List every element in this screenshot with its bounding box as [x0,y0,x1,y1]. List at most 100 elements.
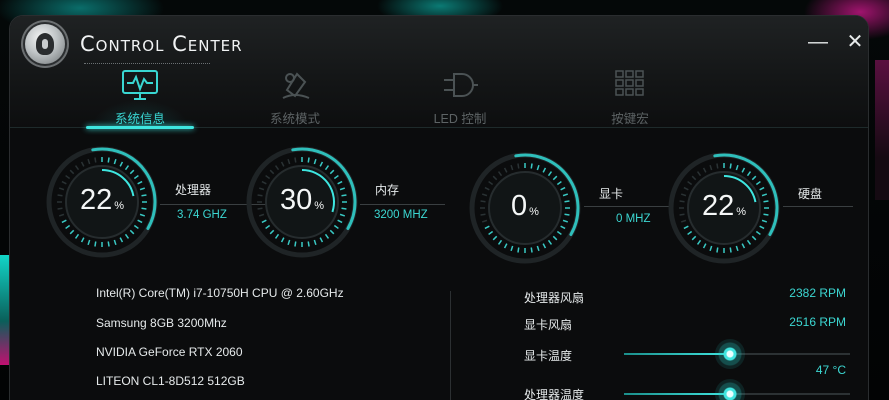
gauge-tick [729,163,732,169]
gauge-tick [696,171,702,177]
tab-led-control[interactable]: LED 控制 [400,64,520,128]
gauge-tick [333,224,339,230]
gauge-tick [755,230,761,236]
cpu-usage-value: 22% [79,184,125,216]
gpu-gauge: 0% [469,152,581,264]
gauge-tick [319,237,324,243]
gauge-tick [80,237,85,243]
memory-model: Samsung 8GB 3200Mhz [96,316,227,330]
gauge-tick [687,180,693,186]
close-button[interactable]: ✕ [844,32,866,54]
gauge-tick [552,175,558,181]
gauge-tick [324,233,330,239]
gauge-tick [87,158,91,165]
memory-gauge: 30% [246,146,358,258]
gauge-tick [517,247,520,253]
gauge-tick [80,161,85,167]
gauge-tick [741,243,746,249]
gauge-tick [547,171,553,177]
disk-label: 硬盘 [798,187,823,201]
gauge-tick [510,245,514,252]
app-logo [25,24,65,64]
tab-label: LED 控制 [433,112,487,126]
gauge-tick [294,157,297,163]
gauge-tick [696,239,702,245]
disk-gauge: 22% [668,152,780,264]
gauge-tick [287,239,291,246]
gauge-tick [746,239,752,245]
gauge-tick [517,163,520,169]
gauge-tick [488,180,494,186]
gauge-tick [492,235,498,241]
cpu-gauge: 22% [46,146,158,258]
cpu-temp-label: 处理器温度 [524,388,585,400]
tab-key-macro[interactable]: 按键宏 [570,64,690,128]
gauge-tick [560,225,566,230]
tab-system-info[interactable]: 系统信息 [80,64,200,129]
gauge-tick [265,224,271,230]
gauge-tick [709,164,713,171]
gauge-tick [492,175,498,181]
cpu-fan-speed: 2382 RPM [789,286,846,300]
gauge-divider [584,206,669,207]
gauge-tick [113,158,117,165]
gpu-model: NVIDIA GeForce RTX 2060 [96,345,243,359]
gauge-tick [735,164,739,171]
gauge-tick [287,158,291,165]
gauge-tick [324,165,330,171]
cpu-fan-label: 处理器风扇 [524,291,585,305]
cpu-temp-knob[interactable] [715,379,746,400]
disk-usage-value: 22% [701,190,747,222]
gauge-tick [269,169,275,175]
gauge-tick [751,175,757,181]
gauge-tick [61,219,67,224]
gauge-tick [510,164,514,171]
gauge-tick [547,239,553,245]
gauge-tick [313,158,317,165]
gauge-tick [65,224,71,230]
gauge-tick [119,237,124,243]
gauge-tick [741,167,746,173]
gauge-tick [269,229,275,235]
gauge-tick [702,243,707,249]
gauge-tick [119,161,124,167]
gauge-tick [536,245,540,252]
gauge-tick [137,219,143,224]
cpu-temp-bar [624,379,850,400]
gpu-fan-label: 显卡风扇 [524,318,573,332]
gauge-tick [333,174,339,180]
gpu-temp-value: 47 °C [815,363,846,377]
gauge-tick [329,169,335,175]
keypad-icon [615,70,644,96]
gauge-tick [716,163,719,169]
gpu-frequency: 0 MHZ [616,213,651,225]
gauge-tick [759,225,765,230]
gauge-tick [709,245,713,252]
gauge-divider [360,204,445,205]
tab-label: 系统模式 [269,112,320,126]
gpu-temp-knob[interactable] [715,339,746,369]
gauge-tick [87,239,91,246]
gauge-tick [124,233,130,239]
gauge-tick [129,229,135,235]
gauge-tick [319,161,324,167]
tab-system-mode[interactable]: 系统模式 [235,64,355,128]
gauge-tick [107,241,110,247]
gauge-tick [503,167,508,173]
memory-usage-value: 30% [279,184,325,216]
wallpaper-edge-right [875,60,889,200]
gauge-tick [74,233,80,239]
gauge-tick [94,241,97,247]
gauge-tick [556,180,562,186]
gauge-tick [716,247,719,253]
gpu-usage-value: 0% [511,190,539,222]
gauge-tick [124,165,130,171]
gauge-tick [65,174,71,180]
gauge-tick [94,157,97,163]
gauge-tick [488,230,494,236]
gauge-tick [265,174,271,180]
gpu-label: 显卡 [599,187,624,201]
section-divider [450,291,451,400]
minimize-button[interactable]: — [807,32,829,54]
gauge-tick [294,241,297,247]
